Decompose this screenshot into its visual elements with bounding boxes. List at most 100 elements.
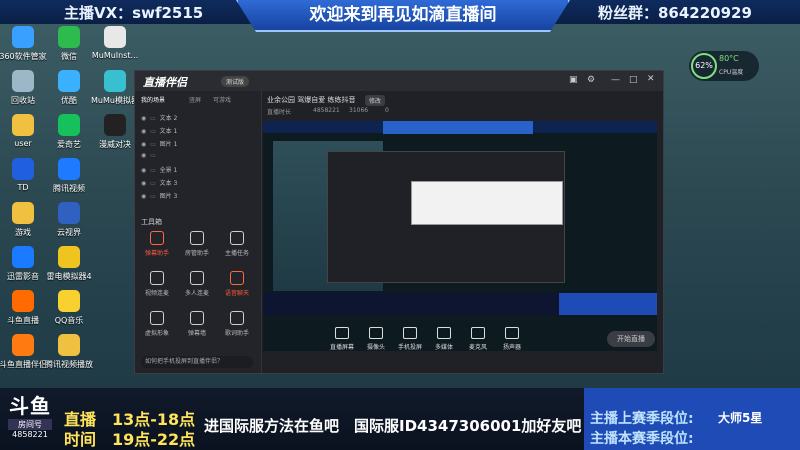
edit-title-button[interactable]: 修改 xyxy=(365,95,386,106)
minimize-icon[interactable]: — xyxy=(611,75,620,85)
lock-icon[interactable]: ▭ xyxy=(150,193,156,200)
scene-item[interactable]: ◉ ▭ 文本 3 xyxy=(141,178,253,191)
tool-button[interactable]: 弹幕助手 xyxy=(139,231,175,257)
scene-label: 图片 3 xyxy=(159,193,178,200)
tool-button[interactable]: 房管助手 xyxy=(179,231,215,257)
banner-title: 欢迎来到再见如滴直播间 xyxy=(309,5,497,25)
scene-label: 图片 1 xyxy=(159,141,178,148)
tool-button[interactable]: 虚拟形象 xyxy=(139,311,175,337)
lock-icon[interactable]: ▭ xyxy=(150,167,156,174)
control-button[interactable]: 麦克风 xyxy=(461,327,495,351)
eye-icon[interactable]: ◉ xyxy=(141,141,146,148)
scene-item[interactable]: ◉ ▭ xyxy=(141,152,253,165)
tab-vertical[interactable]: 竖屏 xyxy=(189,95,201,104)
scene-item[interactable]: ◉ ▭ 文本 1 xyxy=(141,126,253,139)
tool-label: 虚拟形象 xyxy=(144,330,169,337)
app-icon xyxy=(12,246,34,268)
app-icon xyxy=(12,334,34,356)
cpu-temperature-widget[interactable]: 62% 80°C CPU温度 xyxy=(689,51,759,81)
desktop-icon[interactable]: QQ音乐 xyxy=(40,290,98,326)
eye-icon[interactable]: ◉ xyxy=(141,193,146,200)
app-icon xyxy=(58,70,80,92)
stream-title[interactable]: 业余公园 驾爆自爱 练练抖音 xyxy=(267,95,355,105)
banner-center-plate: 欢迎来到再见如滴直播间 xyxy=(236,0,570,32)
app-icon xyxy=(58,246,80,268)
tool-button[interactable]: 语音聊天 xyxy=(219,271,255,297)
desktop-icon[interactable]: 腾讯视频 xyxy=(40,158,98,194)
app-icon xyxy=(104,26,126,48)
tool-icon xyxy=(190,231,204,245)
control-icon xyxy=(403,327,417,339)
tool-icon xyxy=(150,271,164,285)
screen-cast-hint[interactable]: 如何把手机投屏到直播伴侣？ xyxy=(141,356,253,368)
eye-icon[interactable]: ◉ xyxy=(141,128,146,135)
eye-icon[interactable]: ◉ xyxy=(141,115,146,122)
eye-icon[interactable]: ◉ xyxy=(141,180,146,187)
tool-label: 弹幕墙 xyxy=(187,330,206,337)
control-icon xyxy=(369,327,383,339)
desktop-icon[interactable]: MuMuInst... xyxy=(86,26,144,60)
scene-label: 文本 2 xyxy=(159,115,178,122)
control-button[interactable]: 多媒体 xyxy=(427,327,461,351)
rank-panel: 主播上赛季段位: 大师5星 主播本赛季段位: xyxy=(584,388,800,450)
scene-item[interactable]: ◉ ▭ 文本 2 xyxy=(141,113,253,126)
last-season-rank-value: 大师5星 xyxy=(718,411,763,425)
gift-icon[interactable]: ▣ xyxy=(569,75,578,85)
control-label: 麦克风 xyxy=(468,344,487,351)
lock-icon[interactable]: ▭ xyxy=(150,152,156,159)
close-icon[interactable]: ✕ xyxy=(647,74,655,84)
eye-icon[interactable]: ◉ xyxy=(141,152,146,159)
tool-label: 房管助手 xyxy=(184,250,209,257)
start-live-button[interactable]: 开始直播 xyxy=(607,331,655,347)
maximize-icon[interactable]: □ xyxy=(629,75,638,85)
scene-item[interactable]: ◉ ▭ 图片 1 xyxy=(141,139,253,152)
desktop-icon[interactable]: 云视界 xyxy=(40,202,98,238)
live-companion-window[interactable]: 直播伴侣 测试版 ▣ ⚙ — □ ✕ 我的场景 竖屏 可游戏 ◉ ▭ 文本 2 ◉… xyxy=(134,70,664,374)
desktop-icon-label: QQ音乐 xyxy=(54,316,84,325)
window-titlebar[interactable]: 直播伴侣 测试版 ▣ ⚙ — □ ✕ xyxy=(135,71,663,91)
tool-label: 主播任务 xyxy=(224,250,249,257)
toolbox-grid: 弹幕助手 房管助手 主播任务视频连麦 多人连麦 语音聊天虚拟形象 弹幕墙 歌词助手 xyxy=(139,231,259,351)
control-button[interactable]: 手机投屏 xyxy=(393,327,427,351)
stream-preview[interactable] xyxy=(263,121,657,351)
live-time-slot-2: 19点-22点 xyxy=(112,430,196,449)
desktop-icon[interactable]: 雷电模拟器4 xyxy=(40,246,98,282)
lock-icon[interactable]: ▭ xyxy=(150,128,156,135)
scene-list: ◉ ▭ 文本 2 ◉ ▭ 文本 1 ◉ ▭ 图片 1 ◉ ▭ ◉ ▭ 全景 1 ◉ ▭ … xyxy=(135,113,261,213)
tool-button[interactable]: 歌词助手 xyxy=(219,311,255,337)
control-label: 摄像头 xyxy=(366,344,385,351)
tool-button[interactable]: 视频连麦 xyxy=(139,271,175,297)
lock-icon[interactable]: ▭ xyxy=(150,180,156,187)
settings-icon[interactable]: ⚙ xyxy=(587,75,595,85)
eye-icon[interactable]: ◉ xyxy=(141,167,146,174)
desktop-icon[interactable]: 腾讯视频播放 xyxy=(40,334,98,370)
stream-control-bar: 直播屏幕 摄像头 手机投屏 多媒体 麦克风 扬声器 xyxy=(325,327,575,367)
tool-button[interactable]: 弹幕墙 xyxy=(179,311,215,337)
preview-tooltip xyxy=(411,181,563,225)
lock-icon[interactable]: ▭ xyxy=(150,115,156,122)
tool-icon xyxy=(150,231,164,245)
desktop-icon-label: 雷电模拟器4 xyxy=(46,272,92,281)
scene-item[interactable]: ◉ ▭ 图片 3 xyxy=(141,191,253,204)
scene-label: 文本 3 xyxy=(159,180,178,187)
control-button[interactable]: 摄像头 xyxy=(359,327,393,351)
control-button[interactable]: 直播屏幕 xyxy=(325,327,359,351)
control-label: 直播屏幕 xyxy=(329,344,354,351)
control-icon xyxy=(437,327,451,339)
scene-item[interactable]: ◉ ▭ 全景 1 xyxy=(141,165,253,178)
control-label: 多媒体 xyxy=(434,344,453,351)
tab-my-scenes[interactable]: 我的场景 xyxy=(141,95,165,104)
tool-icon xyxy=(150,311,164,325)
lock-icon[interactable]: ▭ xyxy=(150,141,156,148)
control-button[interactable]: 扬声器 xyxy=(495,327,529,351)
gift-count: 0 xyxy=(385,107,389,114)
tab-game[interactable]: 可游戏 xyxy=(213,95,231,104)
desktop-icon-label: 腾讯视频播放 xyxy=(45,360,93,369)
control-icon xyxy=(505,327,519,339)
tool-button[interactable]: 多人连麦 xyxy=(179,271,215,297)
last-season-rank-label: 主播上赛季段位: xyxy=(590,411,694,427)
brand-logo-text: 斗鱼 xyxy=(9,394,51,418)
preview-rank-box xyxy=(559,293,657,315)
desktop-icon-label: 腾讯视频 xyxy=(53,184,85,193)
tool-button[interactable]: 主播任务 xyxy=(219,231,255,257)
